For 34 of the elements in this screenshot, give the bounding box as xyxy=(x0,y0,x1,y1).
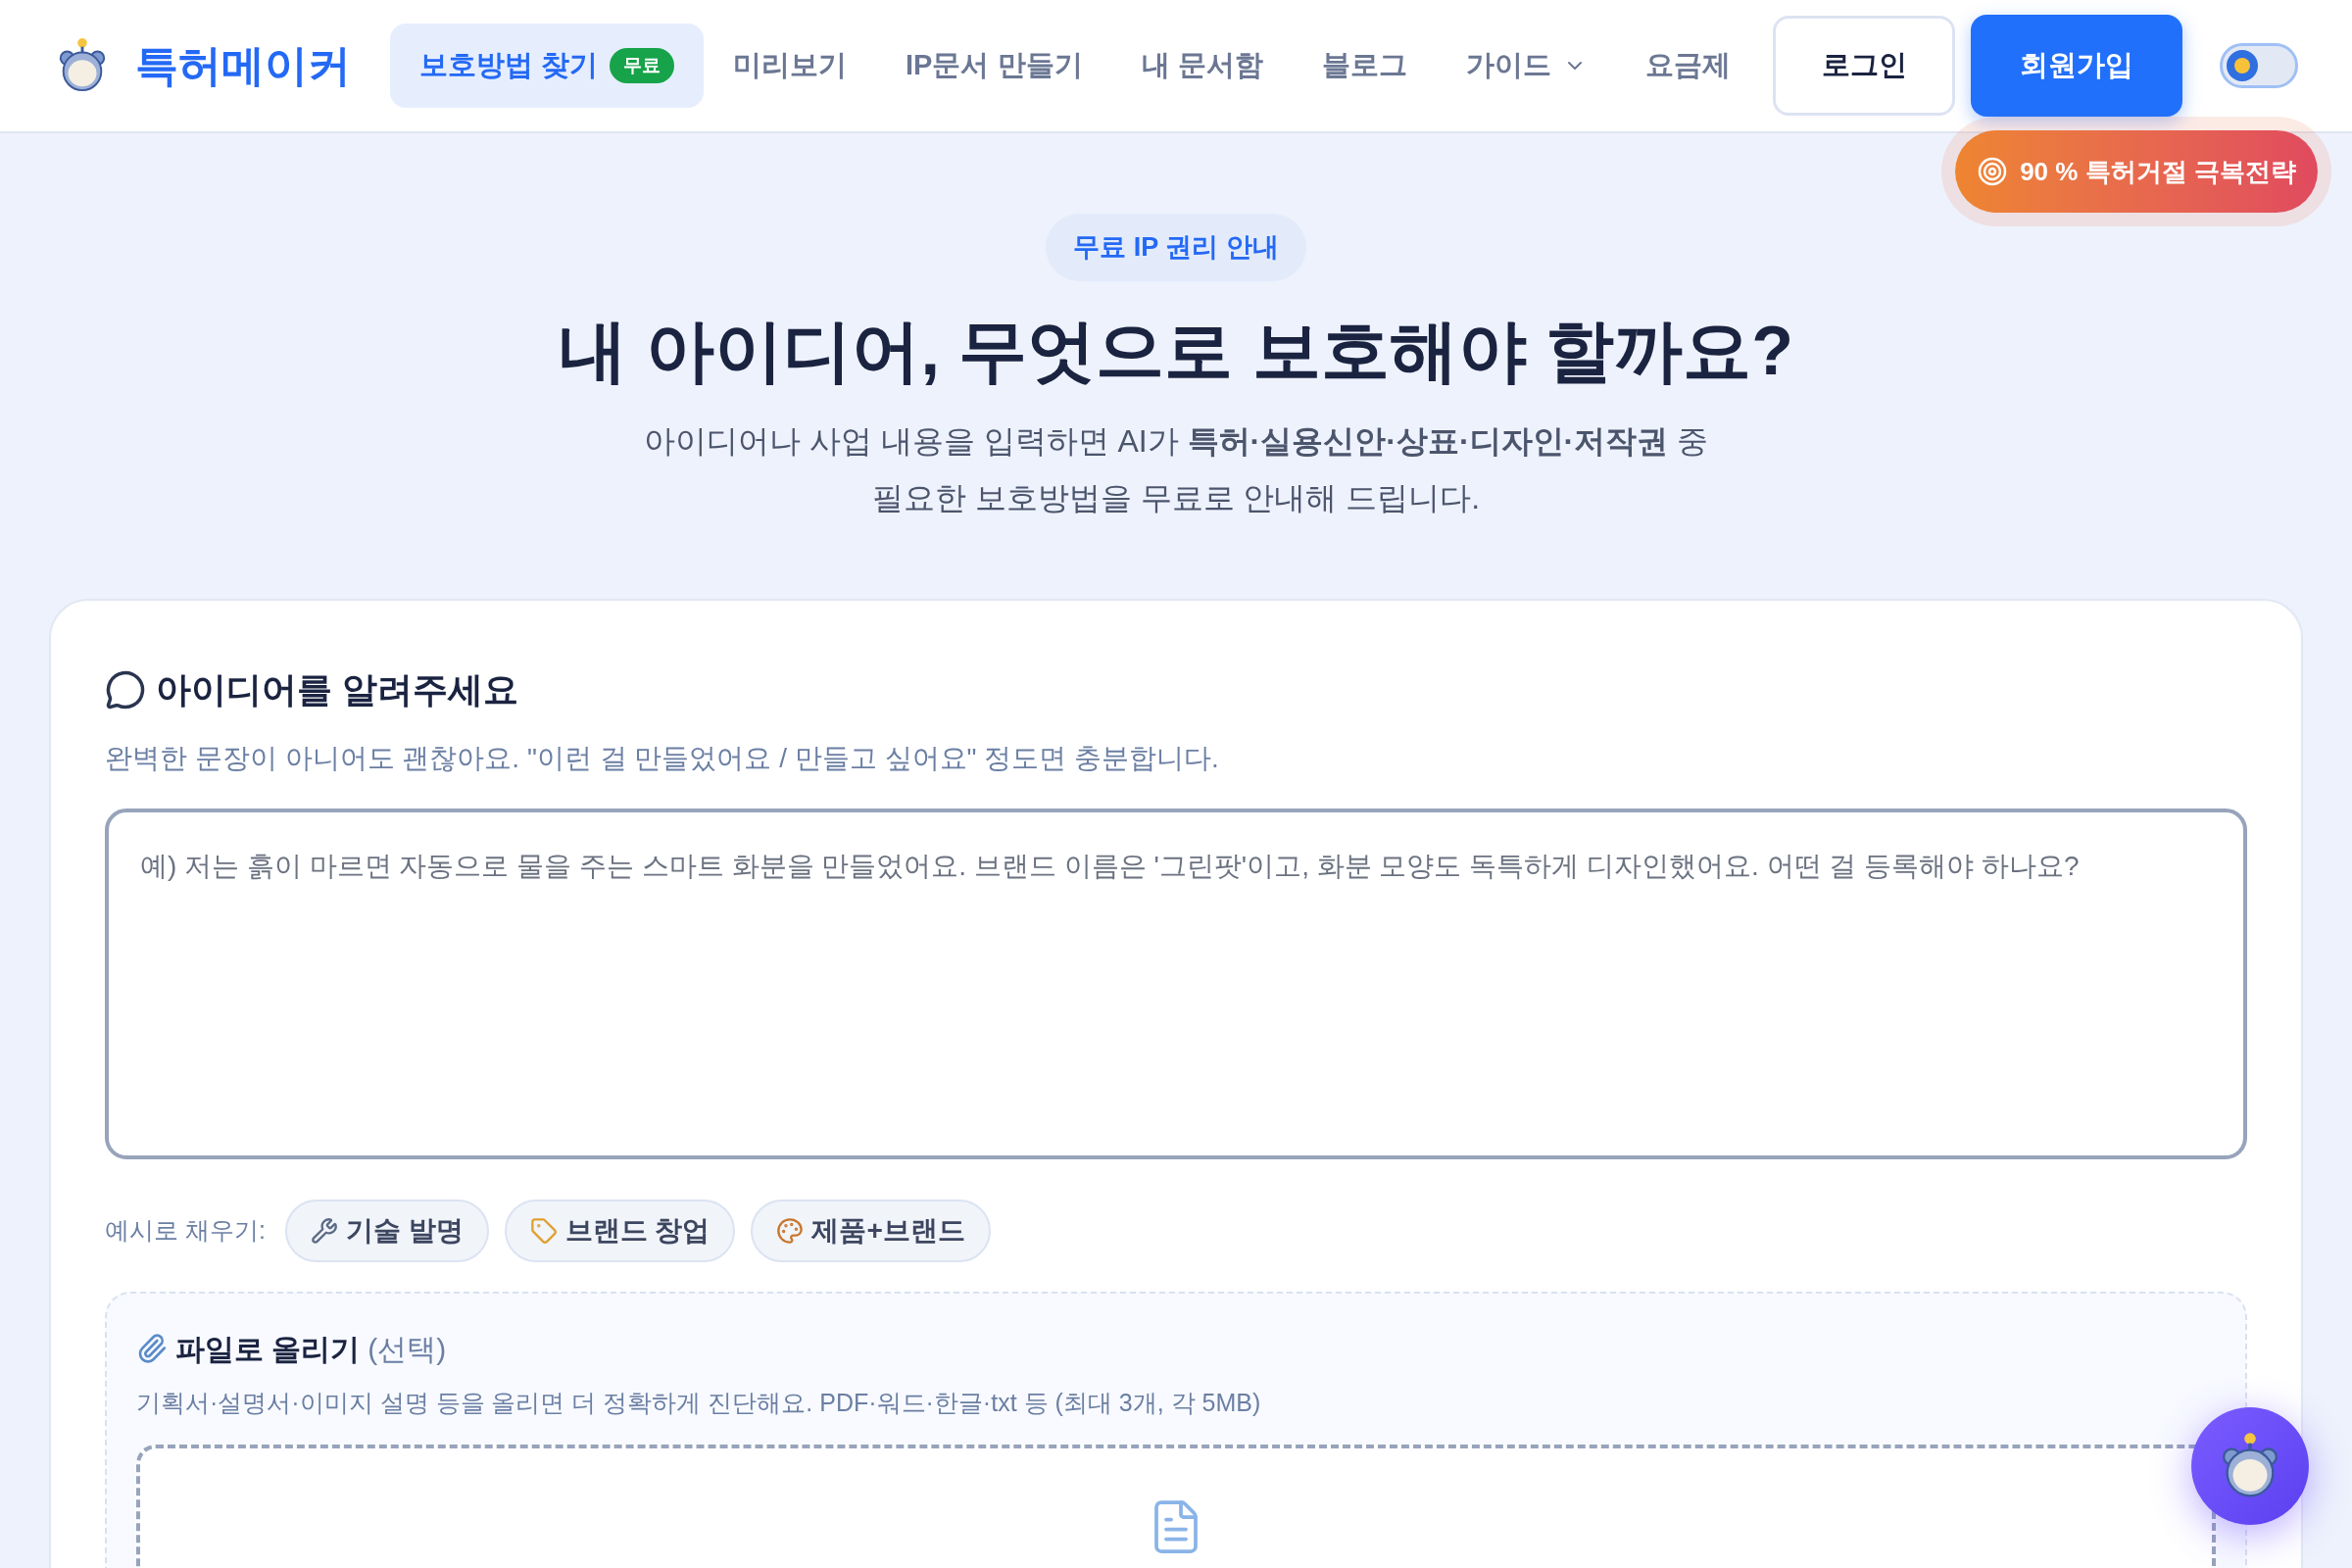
form-title: 아이디어를 알려주세요 xyxy=(156,667,518,711)
hero-subtitle: 필요한 보호방법을 무료로 안내해 드립니다. xyxy=(871,478,1481,516)
nav-tab[interactable]: 요금제 xyxy=(1615,24,1760,108)
login-button[interactable]: 로그인 xyxy=(1773,16,1955,116)
nav-tab[interactable]: 내 문서함 xyxy=(1111,24,1293,108)
promo-button[interactable]: 90 % 특허거절 극복전략 xyxy=(1955,130,2318,213)
wrench-icon xyxy=(310,1216,338,1245)
nav-tab[interactable]: IP문서 만들기 xyxy=(876,24,1112,108)
form-hint: 완벽한 문장이 아니어도 괜찮아요. "이런 걸 만들었어요 / 만들고 싶어요" 정도면 충분합니다. xyxy=(105,741,1220,775)
upload-title: 파일로 올리기 xyxy=(175,1331,361,1367)
example-chip[interactable]: 브랜드 창업 xyxy=(504,1199,736,1262)
upload-hint: 기획서·설명서·이미지 설명 등을 올리면 더 정확하게 진단해요. PDF·워드·한글·txt 등 (최대 3개, 각 5MB) xyxy=(136,1387,1262,1418)
speech-bubble-icon xyxy=(105,668,146,710)
tag-icon xyxy=(529,1216,558,1245)
example-chip[interactable]: 기술 발명 xyxy=(284,1199,489,1262)
sun-icon xyxy=(2227,50,2258,81)
hero-subtitle: 아이디어나 사업 내용을 입력하면 AI가 특허·실용신안·상표·디자인·저작권 중 xyxy=(643,421,1709,460)
target-icon xyxy=(1977,156,2009,187)
eyebrow-pill: 무료 IP 권리 안내 xyxy=(1046,214,1306,281)
examples-label: 예시로 채우기: xyxy=(105,1214,266,1246)
signup-button[interactable]: 회원가입 xyxy=(1971,15,2182,117)
paperclip-icon xyxy=(136,1333,168,1364)
nav-tab[interactable]: 미리보기 xyxy=(704,24,877,108)
idea-input-field[interactable]: 예) 저는 흙이 마르면 자동으로 물을 주는 스마트 화분을 만들었어요. 브랜드 이름은 '그린팟'이고, 화분 모양도 독특하게 디자인했어요. 어떤 걸 등록해야 하나요? xyxy=(105,808,2247,1159)
palette-icon xyxy=(776,1216,805,1245)
upload-optional: (선택) xyxy=(368,1331,447,1367)
example-chip[interactable]: 제품+브랜드 xyxy=(751,1199,991,1262)
nav-tab[interactable]: 가이드 xyxy=(1436,24,1616,108)
hero-title: 내 아이디어, 무엇으로 보호해야 할까요? xyxy=(559,316,1793,385)
brand-logo[interactable]: 특허메이커 xyxy=(135,33,351,98)
theme-toggle[interactable] xyxy=(2220,43,2298,88)
nav-tab[interactable]: 보호방법 찾기 무료 xyxy=(390,24,705,108)
free-badge: 무료 xyxy=(610,47,675,84)
nav-tab[interactable]: 블로그 xyxy=(1292,24,1437,108)
